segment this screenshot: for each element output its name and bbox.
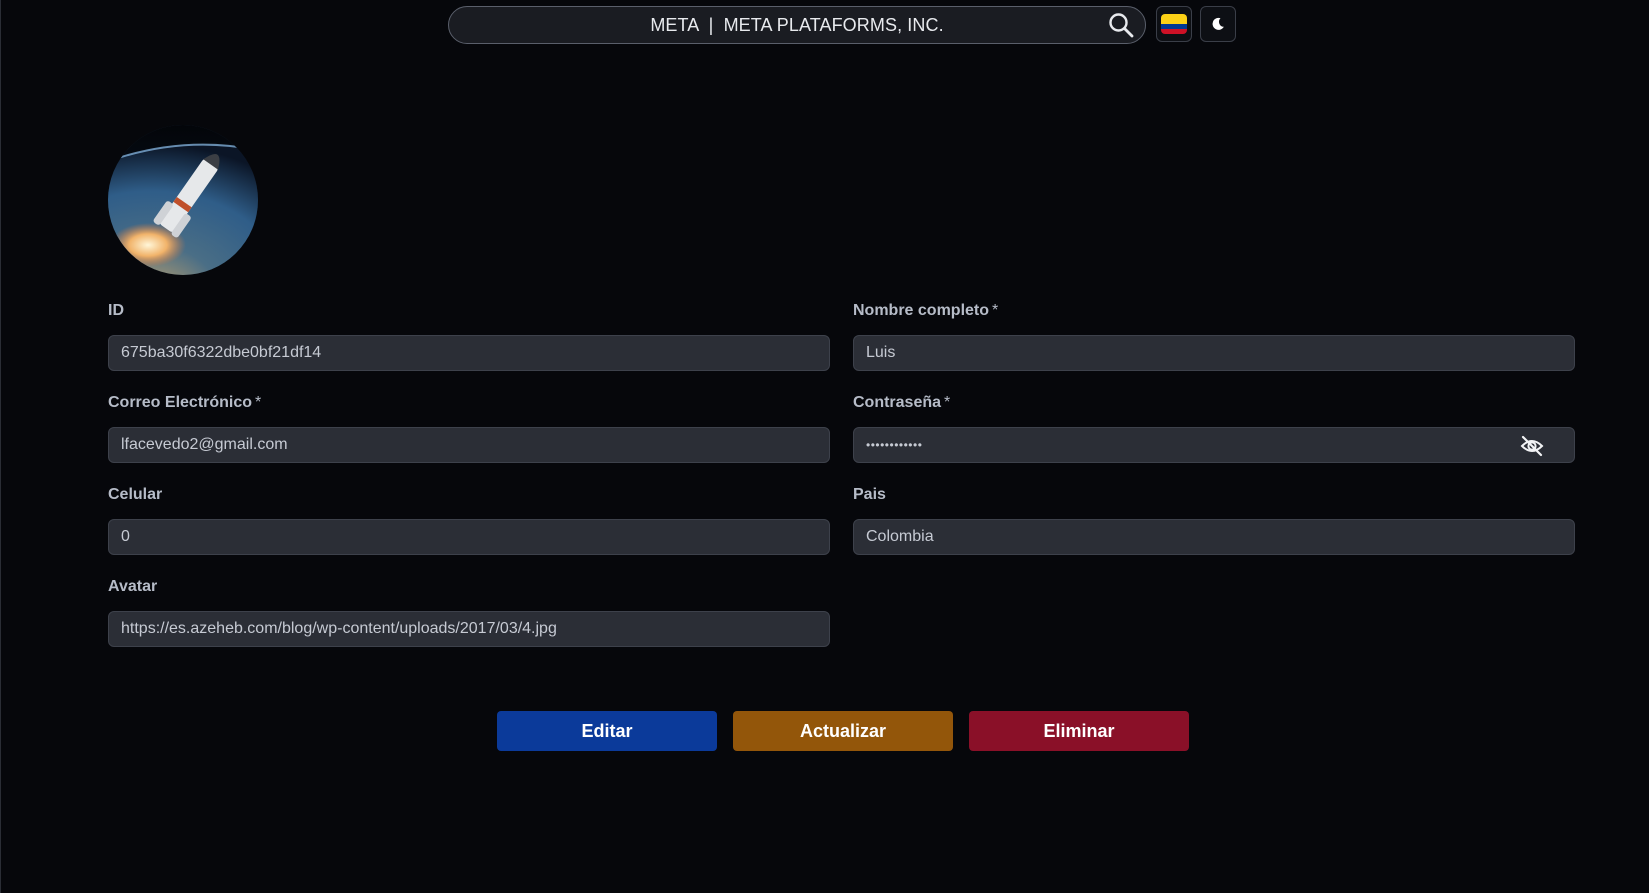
field-country: Pais bbox=[853, 484, 1575, 555]
field-phone: Celular bbox=[108, 484, 830, 555]
full-name-input-box[interactable] bbox=[853, 335, 1575, 371]
search-bar[interactable]: META | META PLATAFORMS, INC. bbox=[448, 6, 1146, 44]
search-icon[interactable] bbox=[1107, 11, 1135, 39]
profile-page: META | META PLATAFORMS, INC. ID 675ba30f… bbox=[0, 0, 1649, 893]
country-input-box[interactable] bbox=[853, 519, 1575, 555]
phone-label: Celular bbox=[108, 486, 163, 503]
full-name-input[interactable] bbox=[866, 344, 1574, 362]
search-bar-text: META | META PLATAFORMS, INC. bbox=[650, 14, 944, 35]
full-name-label: Nombre completo * bbox=[853, 300, 1575, 322]
country-label: Pais bbox=[853, 486, 886, 503]
field-id: ID bbox=[108, 300, 830, 371]
edit-button[interactable]: Editar bbox=[497, 711, 717, 751]
theme-toggle-button[interactable] bbox=[1200, 6, 1236, 42]
full-name-label-text: Nombre completo bbox=[853, 302, 990, 319]
email-label-text: Correo Electrónico bbox=[108, 394, 253, 411]
field-password: Contraseña * bbox=[853, 392, 1575, 463]
required-marker: * bbox=[992, 302, 999, 319]
language-flag-button[interactable] bbox=[1156, 6, 1192, 42]
eye-slash-icon[interactable] bbox=[1520, 435, 1544, 457]
required-marker: * bbox=[944, 394, 951, 411]
delete-button[interactable]: Eliminar bbox=[969, 711, 1189, 751]
id-label: ID bbox=[108, 302, 124, 319]
avatar bbox=[108, 125, 258, 275]
field-full-name: Nombre completo * bbox=[853, 300, 1575, 371]
password-input[interactable] bbox=[866, 438, 1574, 452]
id-input-box[interactable] bbox=[108, 335, 830, 371]
required-marker: * bbox=[255, 394, 262, 411]
field-avatar: Avatar bbox=[108, 576, 830, 647]
avatar-rocket-image bbox=[108, 125, 258, 275]
moon-icon bbox=[1212, 17, 1224, 30]
phone-input[interactable] bbox=[121, 528, 829, 546]
field-email: Correo Electrónico * bbox=[108, 392, 830, 463]
phone-input-box[interactable] bbox=[108, 519, 830, 555]
password-label: Contraseña * bbox=[853, 392, 1575, 414]
colombia-flag-icon bbox=[1161, 14, 1187, 34]
update-button[interactable]: Actualizar bbox=[733, 711, 953, 751]
avatar-input-box[interactable] bbox=[108, 611, 830, 647]
id-input[interactable] bbox=[121, 344, 829, 362]
email-input[interactable] bbox=[121, 436, 829, 454]
email-label: Correo Electrónico * bbox=[108, 392, 830, 414]
password-label-text: Contraseña bbox=[853, 394, 942, 411]
avatar-label: Avatar bbox=[108, 578, 158, 595]
country-input[interactable] bbox=[866, 528, 1574, 546]
avatar-url-input[interactable] bbox=[121, 620, 829, 638]
password-input-box[interactable] bbox=[853, 427, 1575, 463]
email-input-box[interactable] bbox=[108, 427, 830, 463]
